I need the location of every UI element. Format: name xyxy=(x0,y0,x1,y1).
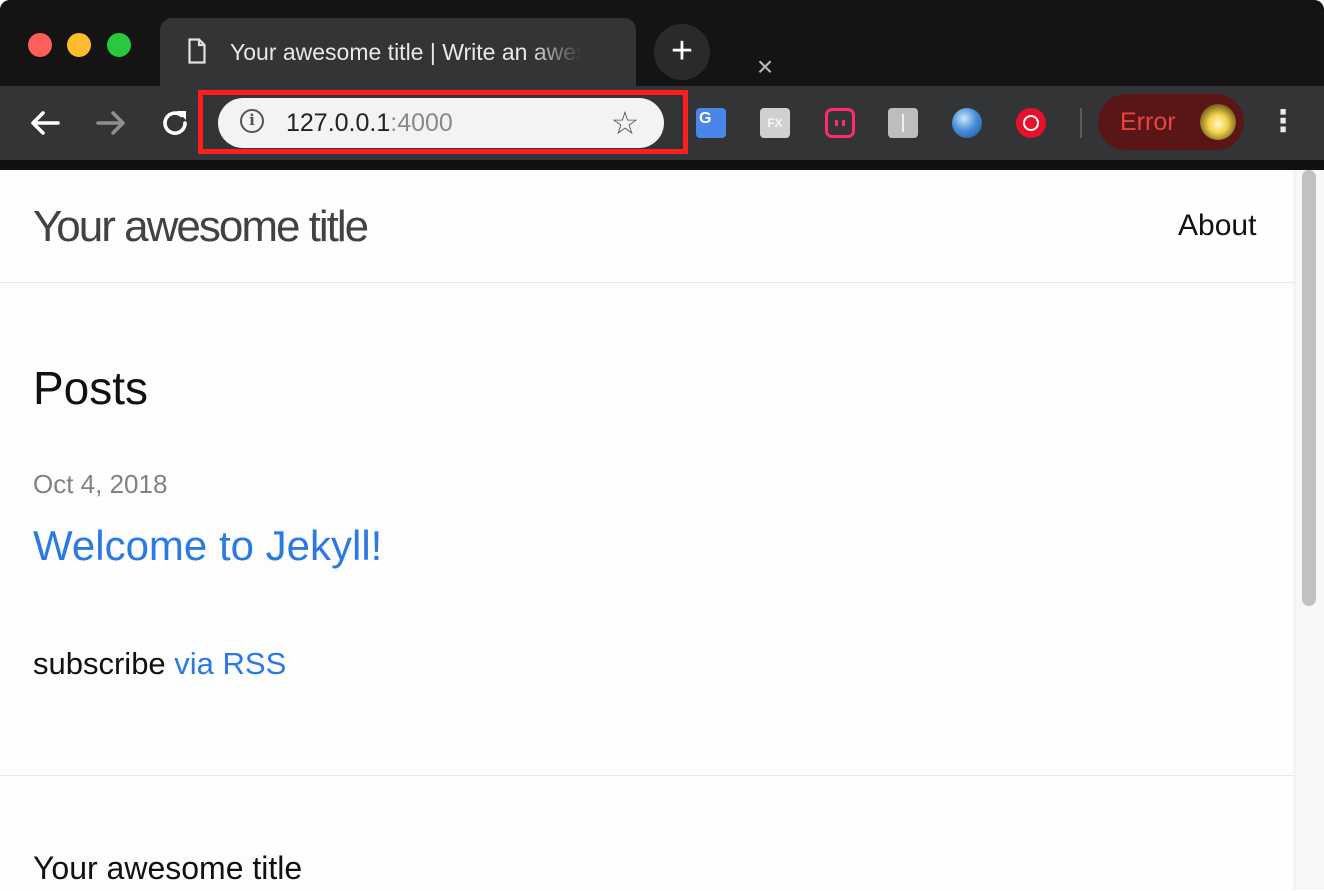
tab-title: Your awesome title | Write an awesome de… xyxy=(230,39,582,65)
kebab-menu-icon[interactable]: ⋮ xyxy=(1268,106,1298,140)
subscribe-label: subscribe xyxy=(33,646,175,681)
info-icon[interactable]: i xyxy=(240,109,264,133)
post-date: Oct 4, 2018 xyxy=(33,469,168,499)
post-title-link[interactable]: Welcome to Jekyll! xyxy=(33,520,382,572)
posts-heading: Posts xyxy=(33,362,149,414)
close-icon[interactable]: × xyxy=(752,53,778,81)
site-header: Your awesome title About xyxy=(0,170,1294,283)
profile-error-button[interactable]: Error xyxy=(1098,94,1244,150)
robot-extension-icon[interactable] xyxy=(825,108,855,138)
url-host: 127.0.0.1 xyxy=(286,109,391,137)
title-bar: Your awesome title | Write an awesome de… xyxy=(0,0,1324,86)
globe-extension-icon[interactable] xyxy=(952,108,982,138)
url-text[interactable]: 127.0.0.1:4000 xyxy=(286,106,453,140)
translate-extension-icon[interactable]: G xyxy=(696,108,726,138)
toolbar-divider xyxy=(1080,108,1082,138)
browser-chrome: Your awesome title | Write an awesome de… xyxy=(0,0,1324,170)
scrollbar-thumb[interactable] xyxy=(1302,170,1316,606)
toolbar: i 127.0.0.1:4000 ☆ G FX Error ⋮ xyxy=(0,86,1324,160)
address-bar[interactable]: i 127.0.0.1:4000 ☆ xyxy=(218,98,664,148)
star-icon[interactable]: ☆ xyxy=(608,106,642,140)
document-icon xyxy=(188,38,206,64)
close-window-button[interactable] xyxy=(28,33,52,57)
toolbar-border xyxy=(0,160,1324,170)
avatar xyxy=(1200,104,1236,140)
new-tab-button[interactable]: + xyxy=(654,24,710,80)
minimize-window-button[interactable] xyxy=(67,33,91,57)
gray-extension-icon[interactable] xyxy=(888,108,918,138)
back-arrow-icon[interactable] xyxy=(28,106,62,140)
url-port: :4000 xyxy=(390,109,453,137)
rss-link[interactable]: via RSS xyxy=(174,646,286,681)
footer-title: Your awesome title xyxy=(33,850,303,886)
maximize-window-button[interactable] xyxy=(107,33,131,57)
plus-icon: + xyxy=(670,30,694,72)
page-viewport: Your awesome title About Posts Oct 4, 20… xyxy=(0,170,1324,890)
forward-arrow-icon[interactable] xyxy=(94,106,128,140)
reload-icon[interactable] xyxy=(158,106,192,140)
nav-about-link[interactable]: About xyxy=(1178,206,1256,246)
red-extension-icon[interactable] xyxy=(1016,108,1046,138)
fx-extension-icon[interactable]: FX xyxy=(760,108,790,138)
subscribe-line: subscribe via RSS xyxy=(33,644,286,684)
browser-tab[interactable]: Your awesome title | Write an awesome de… xyxy=(160,18,773,86)
profile-error-label: Error xyxy=(1120,108,1176,136)
site-footer: Your awesome title xyxy=(0,775,1294,891)
site-title-link[interactable]: Your awesome title xyxy=(33,200,369,254)
